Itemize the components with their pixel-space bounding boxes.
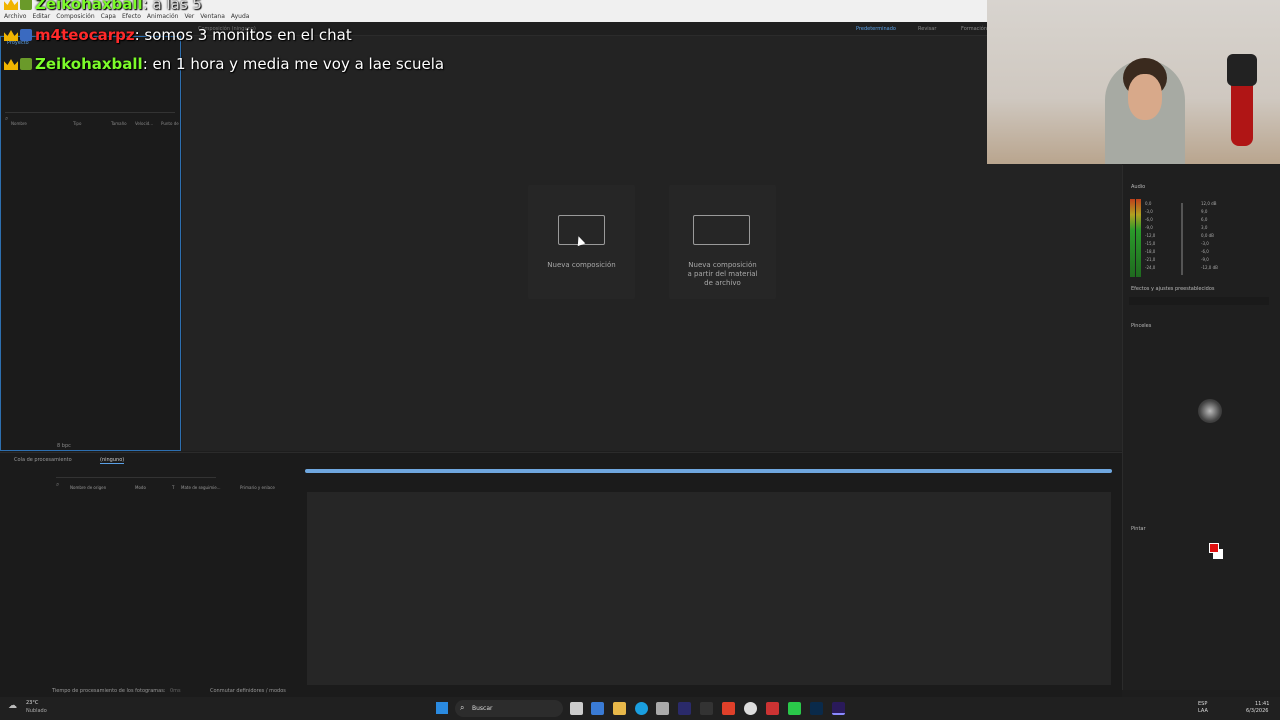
menu-animacion[interactable]: Animación: [147, 13, 179, 20]
clock-date[interactable]: 6/3/2026: [1246, 708, 1268, 714]
fe-app-icon[interactable]: [678, 702, 691, 715]
audio-meter-right: [1136, 199, 1141, 277]
footage-composition-icon: [693, 215, 750, 245]
tab-render-queue[interactable]: Cola de procesamiento: [14, 457, 72, 463]
col-source-name[interactable]: Nombre de origen: [70, 485, 106, 490]
status-bar: Tiempo de procesamiento de los fotograma…: [0, 685, 1122, 697]
chrome-icon[interactable]: [744, 702, 757, 715]
chat-message-1: Zeikohaxball: a las 5: [4, 0, 202, 13]
task-view-icon[interactable]: [570, 702, 583, 715]
menu-ver[interactable]: Ver: [184, 13, 194, 20]
menu-capa[interactable]: Capa: [101, 13, 116, 20]
menu-composicion[interactable]: Composición: [56, 13, 94, 20]
brush-preview: [1198, 399, 1222, 423]
crown-icon: [4, 0, 18, 10]
tab-none[interactable]: (ninguno): [100, 457, 125, 464]
user-badge-icon: [20, 29, 32, 41]
tile-label-3: de archivo: [704, 279, 741, 287]
search-icon: ⌕: [5, 115, 9, 122]
col-mode[interactable]: Modo: [135, 485, 146, 490]
chat-message-3: Zeikohaxball: en 1 hora y media me voy a…: [4, 55, 444, 73]
crown-icon: [4, 30, 18, 41]
audio-slider[interactable]: [1181, 203, 1183, 275]
windows-start-icon[interactable]: [436, 702, 448, 714]
project-panel: Proyecto ⌕ Nombre Tipo Tamaño Velocid...…: [0, 36, 181, 451]
tile-label-1: Nueva composición: [688, 261, 757, 269]
menu-archivo[interactable]: Archivo: [4, 13, 26, 20]
search-icon: ⌕: [56, 481, 60, 488]
menu-ayuda[interactable]: Ayuda: [231, 13, 250, 20]
time-navigator[interactable]: [305, 469, 1112, 473]
mm-app-icon[interactable]: [700, 702, 713, 715]
input-lang-2[interactable]: LAA: [1198, 708, 1208, 714]
audio-db-scale: 12,0 dB 9,0 6,0 3,0 0,0 dB -3,0 -6,0 -9,0 -12,…: [1201, 201, 1218, 270]
tile-label-2: a partir del material: [687, 270, 758, 278]
app-icon[interactable]: [766, 702, 779, 715]
after-effects-icon[interactable]: [832, 702, 845, 715]
file-explorer-icon[interactable]: [613, 702, 626, 715]
audio-panel-title[interactable]: Audio: [1131, 184, 1145, 190]
clock-time[interactable]: 11:41: [1255, 701, 1269, 707]
workspace-training[interactable]: Formación: [961, 26, 987, 32]
brave-icon[interactable]: [722, 702, 735, 715]
effects-search-input[interactable]: [1129, 297, 1269, 305]
webcam-overlay: [987, 0, 1280, 164]
weather-desc[interactable]: Nublado: [26, 708, 47, 714]
timeline-graph-area[interactable]: [307, 492, 1111, 686]
paint-panel-title[interactable]: Pintar: [1131, 526, 1146, 532]
right-panels: Audio 0,0 -3,0 -6,0 -9,0 -12,0 -15,0 -18,0 -2…: [1122, 165, 1280, 690]
effects-panel-title[interactable]: Efectos y ajustes preestablecidos: [1131, 286, 1214, 292]
brushes-panel-title[interactable]: Pinceles: [1131, 323, 1151, 329]
photoshop-icon[interactable]: [810, 702, 823, 715]
audio-meter-left: [1130, 199, 1135, 277]
col-tipo[interactable]: Tipo: [73, 121, 81, 126]
render-time-value: 0ms: [170, 688, 181, 694]
menu-efecto[interactable]: Efecto: [122, 13, 141, 20]
taskbar-search-label: Buscar: [472, 705, 493, 712]
input-lang[interactable]: ESP: [1198, 701, 1207, 707]
col-nombre[interactable]: Nombre: [11, 121, 27, 126]
calculator-icon[interactable]: [656, 702, 669, 715]
crown-icon: [4, 59, 18, 70]
timeline-search-input[interactable]: ⌕: [56, 471, 216, 488]
new-composition-from-footage-tile[interactable]: Nueva composición a partir del material …: [669, 185, 776, 299]
paint-foreground-swatch[interactable]: [1209, 543, 1219, 553]
workspace-default[interactable]: Predeterminado: [856, 26, 896, 32]
composition-viewer: [182, 36, 1122, 451]
col-track-matte[interactable]: Mate de seguimie...: [181, 485, 221, 490]
taskbar-search[interactable]: ⌕ Buscar: [455, 700, 563, 717]
render-time-label: Tiempo de procesamiento de los fotograma…: [52, 688, 166, 694]
microphone-head: [1227, 54, 1257, 86]
tile-label: Nueva composición: [547, 261, 616, 269]
cloud-icon: ☁: [8, 701, 17, 711]
streamer-face: [1128, 74, 1162, 120]
chat-message-2: m4teocarpz: somos 3 monitos en el chat: [4, 26, 352, 44]
search-icon: ⌕: [460, 703, 465, 712]
col-punto[interactable]: Punto de: [161, 121, 179, 126]
weather-temp[interactable]: 23°C: [26, 700, 38, 706]
audio-left-scale: 0,0 -3,0 -6,0 -9,0 -12,0 -15,0 -18,0 -21,0 -24…: [1145, 201, 1156, 270]
game-app-icon[interactable]: [788, 702, 801, 715]
menu-editar[interactable]: Editar: [32, 13, 50, 20]
edge-icon[interactable]: [635, 702, 648, 715]
user-badge-icon: [20, 0, 32, 10]
col-parent[interactable]: Primario y enlace: [240, 485, 275, 490]
col-tamano[interactable]: Tamaño: [111, 121, 127, 126]
col-velocidad[interactable]: Velocid...: [135, 121, 153, 126]
col-t[interactable]: T: [172, 485, 174, 490]
bpc-label[interactable]: 8 bpc: [57, 443, 71, 449]
menu-ventana[interactable]: Ventana: [200, 13, 225, 20]
project-search-input[interactable]: ⌕: [5, 105, 175, 122]
workspace-review[interactable]: Revisar: [918, 26, 936, 32]
user-badge-icon: [20, 58, 32, 70]
copilot-icon[interactable]: [591, 702, 604, 715]
toggle-switches-modes[interactable]: Conmutar definidores / modos: [210, 688, 286, 694]
